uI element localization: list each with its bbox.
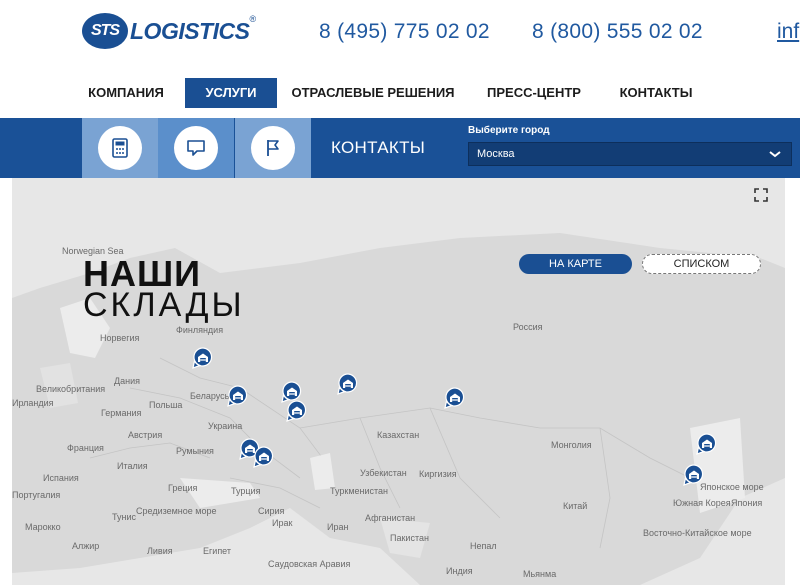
map-label-turkey: Турция	[231, 486, 261, 496]
view-on-map-button[interactable]: НА КАРТЕ	[519, 254, 632, 274]
chat-button[interactable]	[158, 118, 234, 178]
map-label-romania: Румыния	[176, 446, 214, 456]
city-select-label: Выберите город	[468, 125, 550, 136]
nav-item-services[interactable]: УСЛУГИ	[185, 78, 277, 108]
map-label-germany: Германия	[101, 408, 142, 418]
map-label-iran: Иран	[327, 522, 349, 532]
warehouse-marker[interactable]	[253, 446, 275, 468]
map-label-morocco: Марокко	[25, 522, 61, 532]
map-label-portugal: Португалия	[12, 490, 61, 500]
map-label-ukraine: Украина	[208, 421, 243, 431]
map-label-nepal: Непал	[470, 541, 497, 551]
nav-item-company[interactable]: КОМПАНИЯ	[80, 78, 172, 108]
warehouse-marker[interactable]	[286, 400, 308, 422]
warehouse-marker[interactable]	[192, 347, 214, 369]
warehouse-marker[interactable]	[444, 387, 466, 409]
warehouse-marker-icon	[192, 347, 213, 369]
map-label-uk: Великобритания	[36, 384, 106, 394]
warehouse-marker-icon	[683, 464, 704, 486]
map-label-mediterranean: Средиземное море	[136, 506, 217, 516]
calculator-button-circle	[98, 126, 142, 170]
map-label-ireland: Ирландия	[12, 398, 54, 408]
warehouse-marker[interactable]	[696, 433, 718, 455]
map-label-china: Китай	[563, 501, 588, 511]
top-header: STS LOGISTICS ® 8 (495) 775 02 02 8 (800…	[0, 0, 800, 64]
map-label-spain: Испания	[43, 473, 79, 483]
map-label-pakistan: Пакистан	[390, 533, 429, 543]
warehouse-marker-icon	[253, 446, 274, 468]
phone-hotline[interactable]: 8 (800) 555 02 02	[532, 20, 703, 44]
map-label-saudi-arabia: Саудовская Аравия	[268, 559, 351, 569]
phone-moscow[interactable]: 8 (495) 775 02 02	[319, 20, 490, 44]
map-label-kyrgyzstan: Киргизия	[419, 469, 457, 479]
map-label-greece: Греция	[168, 483, 198, 493]
map-heading-line2: СКЛАДЫ	[83, 286, 245, 324]
warehouse-marker-icon	[696, 433, 717, 455]
map-label-algeria: Алжир	[72, 541, 100, 551]
city-select[interactable]: Москва	[468, 142, 792, 166]
contacts-toolbar: КОНТАКТЫ Выберите город Москва	[0, 118, 800, 178]
city-select-value: Москва	[477, 148, 515, 160]
chat-icon	[187, 140, 205, 156]
map-label-east-china-sea: Восточно-Китайское море	[643, 528, 752, 538]
map-label-norway: Норвегия	[100, 333, 140, 343]
map-label-libya: Ливия	[147, 546, 173, 556]
map-label-russia: Россия	[513, 322, 543, 332]
nav-item-press-center[interactable]: ПРЕСС-ЦЕНТР	[482, 78, 586, 108]
nav-item-contacts[interactable]: КОНТАКТЫ	[612, 78, 700, 108]
map-label-austria: Австрия	[128, 430, 163, 440]
map-label-syria: Сирия	[258, 506, 285, 516]
chat-button-circle	[174, 126, 218, 170]
map-label-kazakhstan: Казахстан	[377, 430, 420, 440]
sts-logistics-logo[interactable]: STS LOGISTICS ®	[82, 12, 256, 50]
map-label-tunisia: Тунис	[112, 512, 136, 522]
map-label-uzbekistan: Узбекистан	[360, 468, 407, 478]
map-label-italy: Италия	[117, 461, 148, 471]
warehouse-marker[interactable]	[227, 385, 249, 407]
flag-button[interactable]	[235, 118, 311, 178]
map-label-afghanistan: Афганистан	[365, 513, 416, 523]
map-label-sea-of-japan: Японское море	[700, 482, 764, 492]
warehouse-marker[interactable]	[337, 373, 359, 395]
map-label-denmark: Дания	[114, 376, 140, 386]
view-as-list-button[interactable]: СПИСКОМ	[642, 254, 761, 274]
map-label-egypt: Египет	[203, 546, 232, 556]
warehouse-marker[interactable]	[683, 464, 705, 486]
map-label-poland: Польша	[149, 400, 183, 410]
calculator-icon	[112, 138, 128, 158]
map-label-france: Франция	[67, 443, 104, 453]
calculator-button[interactable]	[82, 118, 158, 178]
map-label-south-korea: Южная Корея	[673, 498, 731, 508]
logo-wordmark: LOGISTICS	[130, 17, 250, 44]
warehouse-marker-icon	[444, 387, 465, 409]
map-label-iraq: Ирак	[272, 518, 293, 528]
map-label-japan: Япония	[731, 498, 763, 508]
logo-registered-mark: ®	[249, 14, 257, 24]
map-label-belarus: Беларусь	[190, 391, 230, 401]
warehouse-marker-icon	[227, 385, 248, 407]
map-label-finland: Финляндия	[176, 325, 224, 335]
section-title: КОНТАКТЫ	[331, 138, 426, 157]
map-label-myanmar: Мьянма	[523, 569, 557, 579]
nav-item-industry-solutions[interactable]: ОТРАСЛЕВЫЕ РЕШЕНИЯ	[290, 78, 456, 108]
fullscreen-icon[interactable]	[754, 188, 768, 202]
info-email-link[interactable]: inf	[777, 20, 799, 44]
warehouse-marker-icon	[337, 373, 358, 395]
map-label-india: Индия	[446, 566, 473, 576]
map-label-mongolia: Монголия	[551, 440, 592, 450]
map-label-turkmenistan: Туркменистан	[330, 486, 389, 496]
chevron-down-icon	[769, 151, 781, 158]
flag-button-circle	[251, 126, 295, 170]
logo-badge: STS	[82, 13, 128, 49]
warehouse-marker-icon	[286, 400, 307, 422]
main-nav: КОМПАНИЯ УСЛУГИ ОТРАСЛЕВЫЕ РЕШЕНИЯ ПРЕСС…	[0, 64, 800, 118]
flag-icon	[267, 140, 279, 156]
warehouse-map[interactable]: Norwegian Sea Финляндия Норвегия Россия …	[0, 178, 800, 585]
